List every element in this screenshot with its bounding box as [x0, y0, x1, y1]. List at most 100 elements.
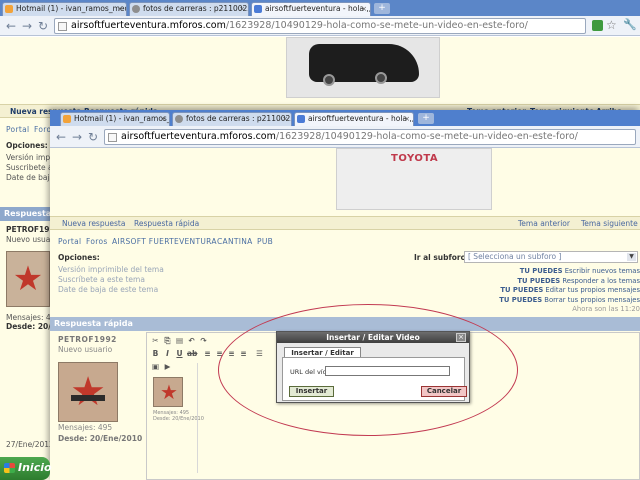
back-tab-hotmail[interactable]: Hotmail (1) - ivan_ramos_med ×	[2, 2, 127, 16]
subscribe-link[interactable]: Suscríbete a este tema	[58, 275, 145, 284]
front-tab-airsoft[interactable]: airsoftfuerteventura - hola ,,, ×	[294, 112, 414, 126]
dialog-panel: URL del vídeo Insertar Cancelar	[282, 357, 467, 401]
permissions-list: TU PUEDES Escribir nuevos temas TU PUEDE…	[470, 267, 640, 315]
car-ad-banner	[286, 37, 440, 98]
front-tab-fotos[interactable]: fotos de carreras : p2110025 ×	[172, 112, 292, 126]
hotmail-favicon-icon	[5, 5, 13, 13]
editor-avatar-thumb: ★	[153, 377, 183, 407]
front-tab-strip: Hotmail (1) - ivan_ramos_medi × fotos de…	[50, 110, 640, 126]
underline-icon[interactable]: U	[175, 349, 184, 358]
url-host: airsoftfuerteventura.mforos.com	[71, 20, 226, 31]
page-icon	[108, 133, 117, 142]
windows-logo-icon	[4, 463, 15, 473]
forward-arrow-icon[interactable]: →	[72, 130, 82, 144]
front-toolbar: ← → ↻ airsoftfuerteventura.mforos.com/16…	[50, 126, 640, 148]
car-wheel	[323, 74, 335, 86]
italic-icon[interactable]: I	[163, 349, 172, 358]
url-path: /1623928/10490129-hola-como-se-mete-un-v…	[275, 131, 578, 142]
insert-button[interactable]: Insertar	[289, 386, 334, 397]
section-title: Respuesta rápi	[4, 209, 50, 218]
dialog-close-button[interactable]: ×	[456, 333, 466, 342]
new-reply-link[interactable]: Nueva respuesta	[62, 219, 125, 228]
prev-topic-link[interactable]: Tema anterior	[518, 219, 570, 228]
front-browser-window: Hotmail (1) - ivan_ramos_medi × fotos de…	[50, 110, 640, 480]
new-tab-button[interactable]: +	[418, 113, 434, 124]
align-right-icon[interactable]: ≡	[227, 349, 236, 358]
justify-icon[interactable]: ≡	[239, 349, 248, 358]
reload-icon[interactable]: ↻	[38, 19, 48, 33]
mforos-favicon-icon	[297, 115, 305, 123]
crumb-foros[interactable]: Foros	[86, 237, 108, 246]
redo-icon[interactable]: ↷	[199, 336, 208, 345]
url-host: airsoftfuerteventura.mforos.com	[121, 131, 276, 142]
tab-label: airsoftfuerteventura - hola ,,,	[308, 114, 414, 123]
user-role: Nuevo usuario	[58, 345, 113, 354]
forward-arrow-icon[interactable]: →	[22, 19, 32, 33]
align-left-icon[interactable]: ≡	[203, 349, 212, 358]
wrench-icon[interactable]: 🔧	[623, 18, 637, 31]
crumb-pub[interactable]: PUB	[257, 237, 273, 246]
back-tab-airsoft[interactable]: airsoftfuerteventura - hola ,,, ×	[251, 2, 371, 16]
close-tab-icon[interactable]: ×	[282, 113, 288, 125]
front-tab-hotmail[interactable]: Hotmail (1) - ivan_ramos_medi ×	[60, 112, 170, 126]
user-avatar: ★	[6, 251, 50, 307]
back-tab-strip: Hotmail (1) - ivan_ramos_med × fotos de …	[0, 0, 640, 16]
permission-line: TU PUEDES Borrar tus propios mensajes	[499, 295, 640, 304]
close-tab-icon[interactable]: ×	[361, 3, 367, 15]
options-title: Opciones:	[58, 253, 100, 262]
copy-icon[interactable]: ⎘	[163, 336, 172, 345]
back-tab-fotos[interactable]: fotos de carreras : p2110025 ×	[129, 2, 249, 16]
close-tab-icon[interactable]: ×	[239, 3, 245, 15]
video-icon[interactable]: ▶	[163, 362, 172, 371]
align-center-icon[interactable]: ≡	[215, 349, 224, 358]
paste-icon[interactable]: ▤	[175, 336, 184, 345]
user-since: Desde: 20/Ene/2010	[58, 434, 143, 443]
undo-icon[interactable]: ↶	[187, 336, 196, 345]
star-emblem-icon: ★	[12, 259, 44, 299]
post-date: 27/Ene/2012	[6, 440, 54, 449]
image-icon[interactable]: ▣	[151, 362, 160, 371]
new-tab-button[interactable]: +	[374, 3, 390, 14]
back-address-bar[interactable]: airsoftfuerteventura.mforos.com/1623928/…	[54, 18, 586, 34]
toyota-logo: TOYOTA	[391, 153, 439, 164]
toyota-ad-banner: TOYOTA	[336, 148, 492, 210]
close-tab-icon[interactable]: ×	[404, 113, 410, 125]
page-favicon-icon	[175, 115, 183, 123]
rifle-graphic	[70, 394, 106, 401]
star-icon[interactable]: ☆	[606, 18, 617, 32]
bold-icon[interactable]: B	[151, 349, 160, 358]
username[interactable]: PETROF199	[6, 225, 55, 234]
quick-reply-link[interactable]: Respuesta rápida	[134, 219, 199, 228]
page-favicon-icon	[132, 5, 140, 13]
close-tab-icon[interactable]: ×	[117, 3, 123, 15]
tab-label: airsoftfuerteventura - hola ,,,	[265, 4, 371, 13]
reload-icon[interactable]: ↻	[88, 130, 98, 144]
user-avatar: ★	[58, 362, 118, 422]
mforos-favicon-icon	[254, 5, 262, 13]
front-address-bar[interactable]: airsoftfuerteventura.mforos.com/1623928/…	[104, 129, 636, 145]
crumb-portal[interactable]: Portal	[6, 125, 29, 134]
bullet-list-icon[interactable]: ☰	[255, 349, 264, 358]
close-tab-icon[interactable]: ×	[160, 113, 166, 125]
printable-link[interactable]: Versión imprimible del tema	[58, 265, 164, 274]
tab-label: Hotmail (1) - ivan_ramos_medi	[74, 114, 170, 123]
subforum-select[interactable]: [ Selecciona un subforo ] ▼	[464, 251, 638, 263]
cancel-button[interactable]: Cancelar	[421, 386, 467, 397]
next-topic-link[interactable]: Tema siguiente	[581, 219, 638, 228]
strikethrough-icon[interactable]: ab	[187, 349, 197, 358]
start-button[interactable]: Inicio	[0, 457, 52, 480]
back-arrow-icon[interactable]: ←	[56, 130, 66, 144]
back-arrow-icon[interactable]: ←	[6, 19, 16, 33]
dialog-title: Insertar / Editar Video	[326, 333, 420, 342]
crumb-cantina[interactable]: CANTINA	[217, 237, 253, 246]
unsubscribe-link[interactable]: Date de baja de este tema	[58, 285, 158, 294]
username[interactable]: PETROF1992	[58, 335, 117, 344]
video-url-input[interactable]	[325, 366, 450, 376]
extension-icon[interactable]	[592, 20, 603, 31]
hotmail-favicon-icon	[63, 115, 71, 123]
permission-line: TU PUEDES Escribir nuevos temas	[519, 267, 640, 275]
crumb-portal[interactable]: Portal	[58, 237, 81, 246]
crumb-forum[interactable]: AIRSOFT FUERTEVENTURA	[112, 237, 217, 246]
chevron-down-icon: ▼	[627, 253, 636, 261]
cut-icon[interactable]: ✂	[151, 336, 160, 345]
